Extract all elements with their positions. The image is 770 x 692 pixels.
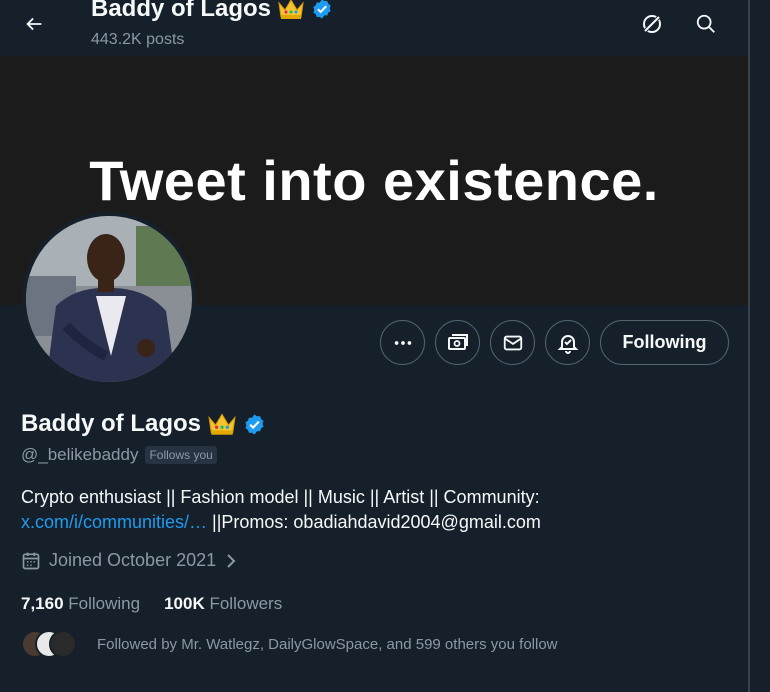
bio-community-link[interactable]: x.com/i/communities/… — [21, 512, 207, 532]
bio-promos-text: ||Promos: obadiahdavid2004@gmail.com — [207, 512, 541, 532]
profile-header: Baddy of Lagos 443.2K posts — [0, 0, 748, 56]
crown-emoji-icon — [208, 413, 236, 435]
header-title: Baddy of Lagos — [91, 0, 333, 23]
profile-name-row: Baddy of Lagos — [21, 410, 266, 438]
handle-row: @_belikebaddy Follows you — [21, 445, 217, 465]
grok-button[interactable] — [632, 4, 672, 44]
followers-label: Followers — [209, 594, 283, 613]
right-edge — [750, 0, 770, 692]
profile-column: Baddy of Lagos 443.2K posts Tweet into e… — [0, 0, 750, 692]
banner-text: Tweet into existence. — [89, 149, 659, 212]
follow-stats: 7,160 Following 100K Followers — [21, 594, 282, 614]
avatar[interactable] — [22, 212, 196, 386]
following-stat-link[interactable]: 7,160 Following — [21, 594, 140, 614]
notifications-button[interactable] — [545, 320, 590, 365]
calendar-icon — [22, 552, 40, 569]
search-icon — [696, 14, 715, 33]
joined-date: Joined October 2021 — [49, 550, 217, 570]
followed-by-row[interactable]: Followed by Mr. Watlegz, DailyGlowSpace,… — [21, 630, 558, 658]
crown-emoji-icon — [278, 0, 304, 19]
profile-bio: Crypto enthusiast || Fashion model || Mu… — [21, 485, 721, 535]
posts-count: 443.2K posts — [91, 31, 185, 48]
more-button[interactable] — [380, 320, 425, 365]
bio-text: Crypto enthusiast || Fashion model || Mu… — [21, 487, 540, 507]
back-arrow-icon — [26, 17, 42, 31]
followers-count: 100K — [164, 594, 205, 613]
followed-by-text: Followed by Mr. Watlegz, DailyGlowSpace,… — [97, 635, 558, 653]
profile-handle: @_belikebaddy — [21, 445, 139, 464]
header-name: Baddy of Lagos — [91, 0, 272, 22]
back-button[interactable] — [14, 4, 54, 44]
profile-name: Baddy of Lagos — [21, 410, 202, 437]
message-icon — [503, 335, 522, 350]
following-button[interactable]: Following — [600, 320, 729, 365]
followed-by-avatars — [21, 630, 81, 658]
notification-bell-icon — [557, 334, 578, 354]
more-icon — [394, 340, 411, 345]
following-count: 7,160 — [21, 594, 64, 613]
verified-badge-icon — [313, 0, 331, 19]
search-button[interactable] — [686, 4, 726, 44]
message-button[interactable] — [490, 320, 535, 365]
verified-badge-icon[interactable] — [243, 413, 266, 436]
followers-stat-link[interactable]: 100K Followers — [164, 594, 282, 614]
joined-date-row[interactable]: Joined October 2021 — [21, 550, 238, 571]
avatar — [49, 630, 77, 658]
monetization-icon — [447, 333, 468, 350]
monetization-button[interactable] — [435, 320, 480, 365]
chevron-right-icon — [227, 553, 236, 568]
following-label: Following — [68, 594, 141, 613]
follows-you-badge: Follows you — [145, 446, 217, 464]
grok-icon — [642, 14, 662, 34]
